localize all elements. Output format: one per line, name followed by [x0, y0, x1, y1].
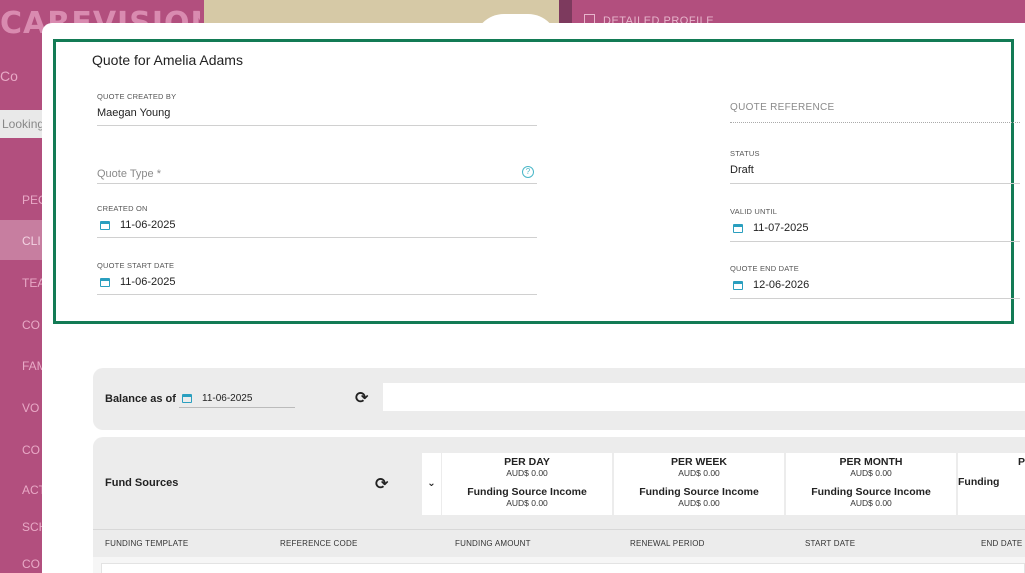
divider — [93, 529, 1025, 530]
quote-end-date-label: QUOTE END DATE — [730, 264, 799, 273]
balance-date-value: 11-06-2025 — [202, 393, 253, 404]
period-heading: PE — [1018, 456, 1025, 468]
quote-title: Quote for Amelia Adams — [92, 52, 243, 68]
balance-bar: Balance as of 11-06-2025 ⟳ — [93, 368, 1025, 430]
quote-start-date-value: 11-06-2025 — [120, 276, 176, 288]
calendar-icon[interactable] — [182, 394, 192, 403]
period-summary-day: PER DAY AUD$ 0.00 Funding Source Income … — [442, 453, 612, 515]
period-income-label: Funding Source Income — [467, 486, 587, 498]
period-income-label: Funding Source Income — [811, 486, 931, 498]
background-nav-item: Co — [0, 68, 18, 84]
period-summary-week: PER WEEK AUD$ 0.00 Funding Source Income… — [614, 453, 784, 515]
valid-until-label: VALID UNTIL — [730, 207, 778, 216]
background-search: Looking — [0, 110, 42, 138]
column-header[interactable]: FUNDING AMOUNT — [455, 539, 531, 548]
quote-created-by-value: Maegan Young — [97, 107, 171, 119]
calendar-icon[interactable] — [100, 277, 110, 287]
status-value: Draft — [730, 164, 754, 176]
status-label: STATUS — [730, 149, 760, 158]
quote-modal: Quote for Amelia Adams QUOTE CREATED BY … — [42, 23, 1025, 573]
calendar-icon[interactable] — [100, 220, 110, 230]
period-income-label: Funding Source Income — [639, 486, 759, 498]
period-income-label: Funding — [958, 476, 1000, 488]
fund-sources-title: Fund Sources — [105, 477, 179, 489]
period-value: AUD$ 0.00 — [678, 468, 720, 478]
fund-table-body — [93, 557, 1025, 573]
period-income-value: AUD$ 0.00 — [678, 498, 720, 508]
column-header[interactable]: START DATE — [805, 539, 855, 548]
quote-end-date-value: 12-06-2026 — [753, 279, 810, 291]
quote-created-by-label: QUOTE CREATED BY — [97, 92, 177, 101]
period-summary-month: PER MONTH AUD$ 0.00 Funding Source Incom… — [786, 453, 956, 515]
column-header[interactable]: FUNDING TEMPLATE — [105, 539, 188, 548]
period-income-value: AUD$ 0.00 — [850, 498, 892, 508]
quote-start-date-field[interactable]: QUOTE START DATE 11-06-2025 — [97, 261, 537, 295]
quote-end-date-field[interactable]: QUOTE END DATE 12-06-2026 — [730, 264, 1020, 299]
column-header[interactable]: END DATE — [981, 539, 1022, 548]
period-value: AUD$ 0.00 — [850, 468, 892, 478]
status-field[interactable]: STATUS Draft — [730, 149, 1020, 184]
column-header[interactable]: REFERENCE CODE — [280, 539, 357, 548]
valid-until-field[interactable]: VALID UNTIL 11-07-2025 — [730, 207, 1020, 242]
chevron-down-icon[interactable]: ⌄ — [422, 453, 441, 515]
quote-type-field[interactable]: Quote Type * ? — [97, 164, 537, 184]
column-header[interactable]: RENEWAL PERIOD — [630, 539, 705, 548]
table-row — [101, 563, 1025, 573]
quote-details-panel: Quote for Amelia Adams QUOTE CREATED BY … — [53, 39, 1020, 324]
quote-type-placeholder: Quote Type * — [97, 168, 162, 180]
quote-reference-placeholder: QUOTE REFERENCE — [730, 102, 835, 113]
valid-until-value: 11-07-2025 — [753, 222, 809, 234]
created-on-field[interactable]: CREATED ON 11-06-2025 — [97, 204, 537, 238]
quote-start-date-label: QUOTE START DATE — [97, 261, 175, 270]
refresh-icon[interactable]: ⟳ — [375, 474, 388, 493]
balance-label: Balance as of — [105, 393, 176, 405]
period-summary-partial: PE Funding — [958, 453, 1025, 515]
period-heading: PER MONTH — [839, 456, 903, 468]
period-heading: PER DAY — [504, 456, 550, 468]
period-income-value: AUD$ 0.00 — [506, 498, 548, 508]
calendar-icon[interactable] — [733, 223, 743, 233]
refresh-icon[interactable]: ⟳ — [355, 388, 368, 407]
created-on-value: 11-06-2025 — [120, 219, 176, 231]
quote-created-by-field: QUOTE CREATED BY Maegan Young — [97, 92, 537, 126]
created-on-label: CREATED ON — [97, 204, 148, 213]
balance-date-input[interactable]: 11-06-2025 — [179, 390, 295, 408]
info-icon[interactable]: ? — [522, 166, 534, 178]
quote-reference-field[interactable]: QUOTE REFERENCE — [730, 97, 1020, 123]
fund-sources-panel: Fund Sources ⟳ ⌄ PER DAY AUD$ 0.00 Fundi… — [93, 437, 1025, 573]
calendar-icon[interactable] — [733, 280, 743, 290]
period-value: AUD$ 0.00 — [506, 468, 548, 478]
period-heading: PER WEEK — [670, 456, 727, 468]
balance-summary-area — [383, 383, 1025, 411]
